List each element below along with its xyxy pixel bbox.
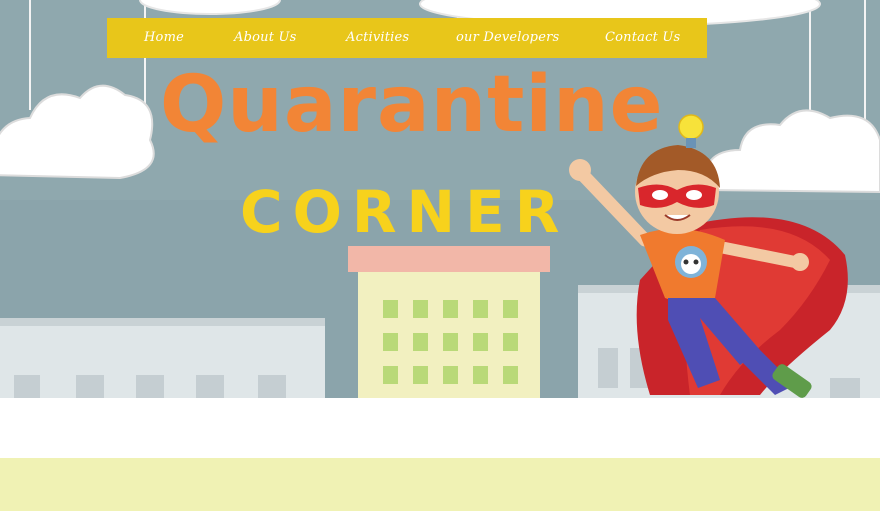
building-center: [348, 246, 550, 398]
content-section-band: [0, 458, 880, 511]
nav-about-us-link[interactable]: About Us: [234, 18, 297, 58]
hero-title-line1: Quarantine: [160, 60, 664, 150]
hero-banner: Quarantine CORNER: [0, 0, 880, 398]
top-navigation-bar: Home About Us Activities our Developers …: [107, 18, 707, 58]
building-left: [0, 318, 325, 398]
nav-our-developers-link[interactable]: our Developers: [456, 18, 559, 58]
nav-activities-link[interactable]: Activities: [346, 18, 409, 58]
content-spacer: [0, 398, 880, 458]
nav-home-link[interactable]: Home: [144, 18, 184, 58]
hero-title-line2: CORNER: [240, 178, 570, 246]
nav-contact-us-link[interactable]: Contact Us: [605, 18, 680, 58]
